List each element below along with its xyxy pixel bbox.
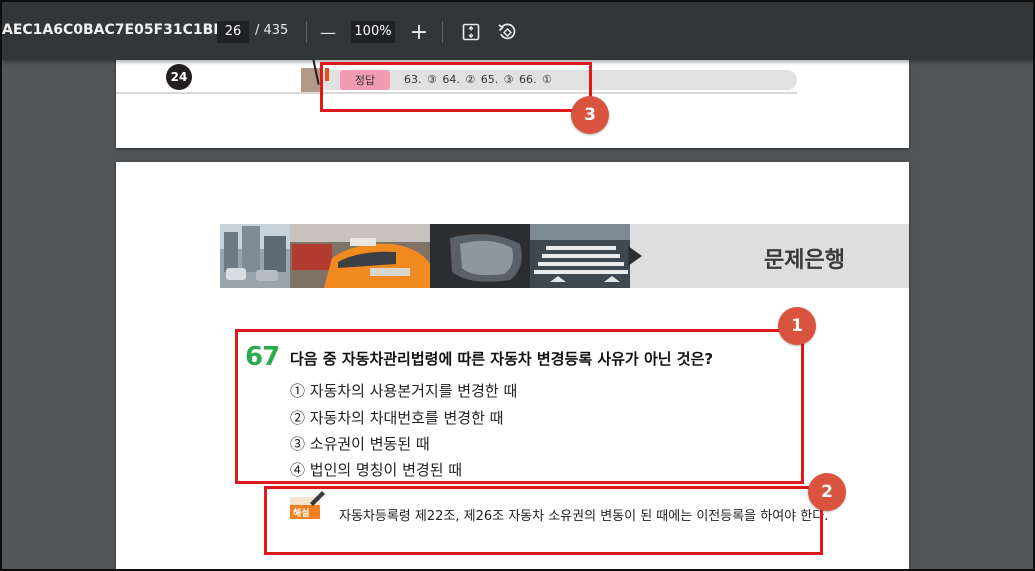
section-title: 문제은행 (764, 248, 845, 273)
pdf-viewer: AEC1A6C0BAC7E05F31C1BE... 26 / 435 — 100… (0, 0, 1035, 571)
plus-icon: + (409, 19, 429, 45)
banner-photo-strip (220, 224, 630, 288)
callout-badge-3: 3 (571, 96, 609, 134)
zoom-out-button[interactable]: — (316, 19, 340, 45)
rotate-button[interactable] (495, 19, 519, 45)
page-total: / 435 (255, 23, 289, 38)
minus-icon: — (320, 22, 336, 42)
document-title: AEC1A6C0BAC7E05F31C1BE... (2, 22, 239, 38)
callout-badge-1: 1 (778, 307, 816, 345)
toolbar-divider (306, 21, 307, 43)
section-banner: 문제은행 (220, 224, 909, 288)
viewer-toolbar: AEC1A6C0BAC7E05F31C1BE... 26 / 435 — 100… (2, 2, 1033, 60)
fit-page-icon (462, 23, 480, 41)
highlight-box-1 (235, 329, 804, 484)
page-number-badge: 24 (166, 64, 192, 90)
zoom-in-button[interactable]: + (407, 19, 431, 45)
highlight-box-2 (264, 486, 823, 555)
toolbar-divider (442, 21, 443, 43)
page-number-input[interactable]: 26 (217, 21, 249, 43)
rotate-icon (498, 23, 516, 40)
highlight-box-3 (320, 62, 592, 112)
banner-arrow (628, 246, 642, 266)
zoom-level-input[interactable]: 100% (351, 21, 395, 43)
fit-page-button[interactable] (459, 19, 483, 45)
callout-badge-2: 2 (808, 473, 846, 511)
